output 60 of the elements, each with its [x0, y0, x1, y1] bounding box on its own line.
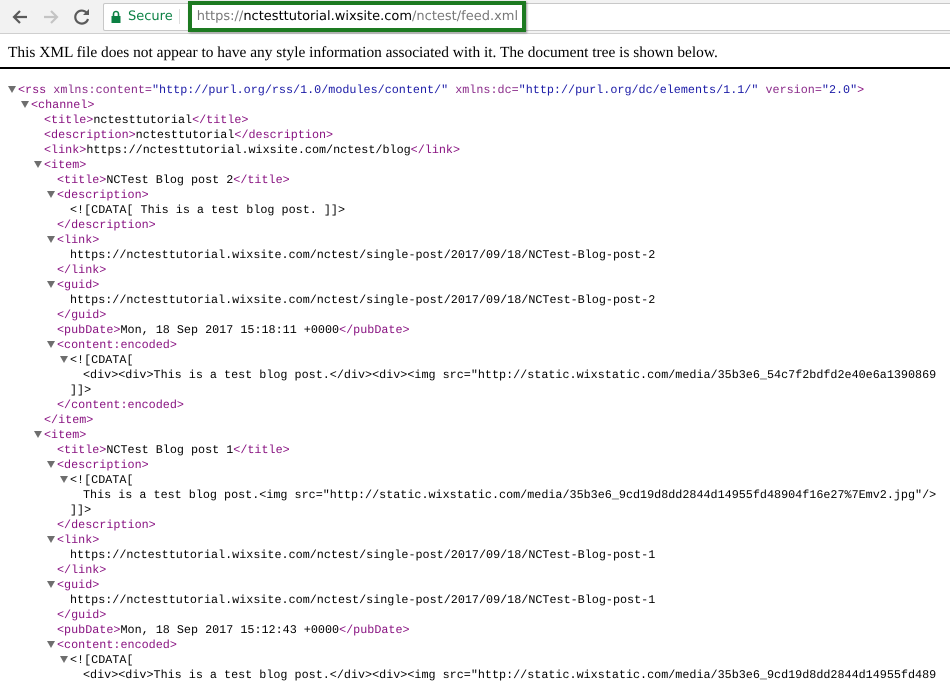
expand-toggle-icon[interactable] — [21, 101, 29, 108]
xml-style-notice: This XML file does not appear to have any style information associated with it. The document tree is shown below. — [8, 44, 719, 62]
xml-line: https://nctesttutorial.wixsite.com/nctest/single-post/2017/09/18/NCTest-Blog-post-2 — [70, 292, 656, 306]
expand-toggle-icon[interactable] — [34, 161, 42, 168]
xml-line: <guid> — [57, 278, 100, 292]
xml-line: <rss xmlns:content="http://purl.org/rss/1.0/modules/content/" xmlns:dc="http://purl.org/dc/elements/1.1/" version="2.0"> — [18, 82, 864, 96]
xml-line: <item> — [44, 158, 86, 172]
xml-line: <pubDate>Mon, 18 Sep 2017 15:12:43 +0000</pubDate> — [57, 622, 410, 636]
lock-icon — [111, 10, 121, 23]
xml-line: <title>nctesttutorial</title> — [44, 112, 248, 126]
xml-line: </link> — [57, 262, 106, 276]
xml-line: </guid> — [57, 308, 106, 322]
xml-line: https://nctesttutorial.wixsite.com/nctest/single-post/2017/09/18/NCTest-Blog-post-2 — [70, 248, 656, 262]
xml-line: ]]> — [70, 502, 92, 516]
xml-line: <div><div>This is a test blog post.</div><div><img src="http://static.wixstatic.com/media/35b3e6_54c7f2bdfd2e40e6a1390869 — [83, 368, 936, 382]
expand-toggle-icon[interactable] — [47, 191, 55, 198]
xml-line: https://nctesttutorial.wixsite.com/nctest/single-post/2017/09/18/NCTest-Blog-post-1 — [70, 592, 656, 606]
xml-line: <title>NCTest Blog post 2</title> — [57, 172, 290, 186]
expand-toggle-icon[interactable] — [34, 431, 42, 438]
xml-line: </guid> — [57, 608, 106, 622]
expand-toggle-icon[interactable] — [47, 536, 55, 543]
xml-line: <link> — [57, 232, 100, 246]
xml-line: </item> — [44, 412, 94, 426]
expand-toggle-icon[interactable] — [47, 341, 55, 348]
expand-toggle-icon[interactable] — [47, 236, 55, 243]
xml-line: ]]> — [70, 382, 92, 396]
expand-toggle-icon[interactable] — [60, 476, 68, 483]
xml-line: <channel> — [31, 98, 94, 112]
secure-label: Secure — [128, 9, 180, 24]
xml-line: <description> — [57, 188, 149, 202]
xml-line: <guid> — [57, 578, 100, 592]
xml-line: <link> — [57, 532, 100, 546]
xml-line: <item> — [44, 428, 86, 442]
xml-line: <description> — [57, 458, 149, 472]
expand-toggle-icon[interactable] — [47, 461, 55, 468]
xml-line: <content:encoded> — [57, 338, 177, 352]
xml-line: <title>NCTest Blog post 1</title> — [57, 442, 290, 456]
xml-line: </description> — [57, 218, 156, 232]
expand-toggle-icon[interactable] — [8, 86, 16, 93]
expand-toggle-icon[interactable] — [47, 281, 55, 288]
xml-line: https://nctesttutorial.wixsite.com/nctest/single-post/2017/09/18/NCTest-Blog-post-1 — [70, 548, 656, 562]
expand-toggle-icon[interactable] — [60, 356, 68, 363]
xml-line: </link> — [57, 562, 106, 576]
expand-toggle-icon[interactable] — [47, 581, 55, 588]
xml-line: <![CDATA[ — [70, 352, 134, 366]
xml-line: </content:encoded> — [57, 398, 184, 412]
xml-line: This is a test blog post.<img src="http://static.wixstatic.com/media/35b3e6_9cd19d8dd2844d14955fd48904f16e27%7Emv2.jpg"/> — [83, 488, 936, 502]
xml-line: <![CDATA[ — [70, 472, 134, 486]
xml-line: <![CDATA[ — [70, 652, 134, 666]
reload-icon[interactable] — [72, 6, 92, 26]
xml-line: <div><div>This is a test blog post.</div><div><img src="http://static.wixstatic.com/media/35b3e6_9cd19d8dd2844d14955fd489 — [83, 668, 936, 682]
url-field[interactable]: https://nctesttutorial.wixsite.com/nctest/feed.xml — [188, 1, 526, 32]
xml-line: <content:encoded> — [57, 638, 177, 652]
xml-line: </description> — [57, 518, 156, 532]
xml-line: <pubDate>Mon, 18 Sep 2017 15:18:11 +0000</pubDate> — [57, 322, 410, 336]
xml-line: <description>nctesttutorial</description> — [44, 128, 334, 142]
expand-toggle-icon[interactable] — [47, 641, 55, 648]
expand-toggle-icon[interactable] — [60, 656, 68, 663]
xml-line: <![CDATA[ This is a test blog post. ]]> — [70, 202, 345, 216]
xml-line: <link>https://nctesttutorial.wixsite.com/nctest/blog</link> — [44, 142, 460, 156]
